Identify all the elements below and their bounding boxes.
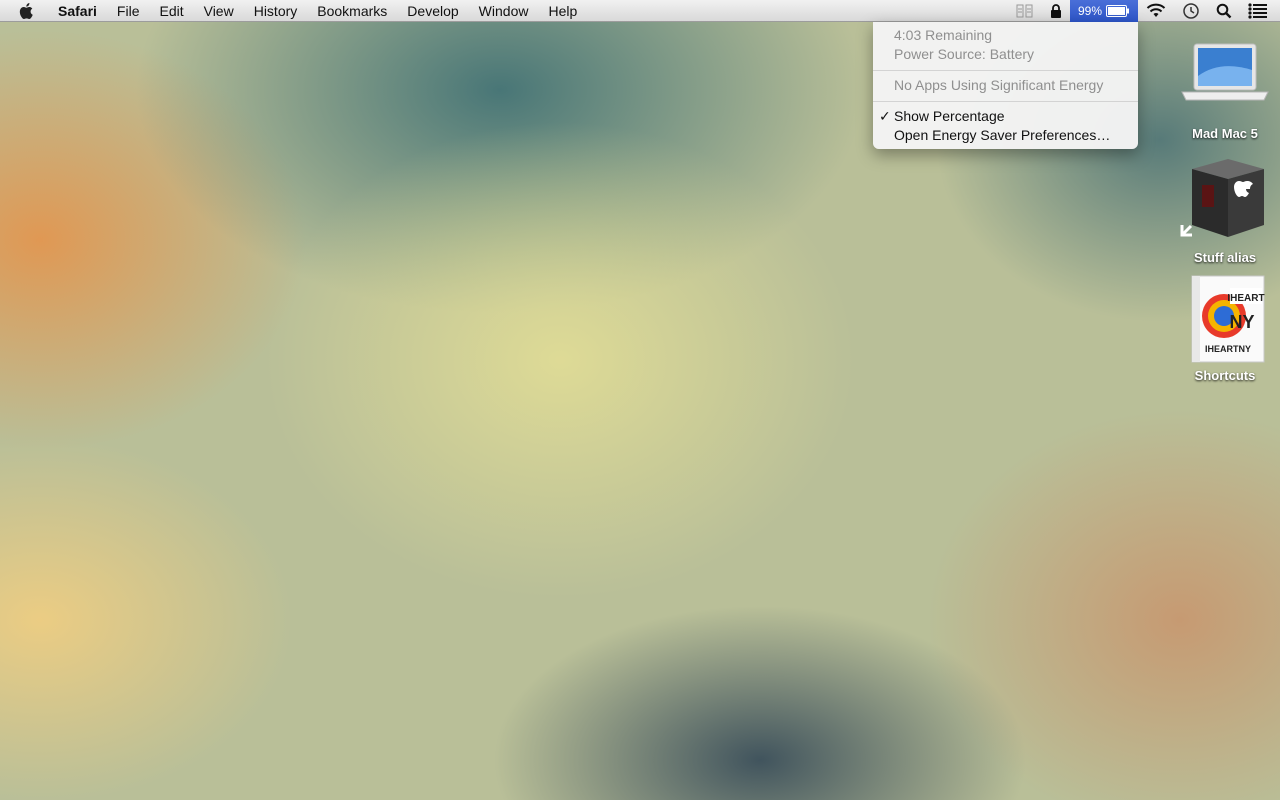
battery-menu: 4:03 Remaining Power Source: Battery No … [873,22,1138,149]
show-percentage-menu-item[interactable]: Show Percentage [894,107,1005,125]
battery-icon [1106,5,1129,17]
checkmark-icon: ✓ [879,108,891,124]
menu-safari[interactable]: Safari [50,0,107,22]
show-percentage-label: Show Percentage [894,108,1005,124]
battery-percentage: 99% [1077,4,1102,18]
desktop-icon-label: Stuff alias [1193,250,1257,265]
menu-separator [873,70,1138,71]
time-machine-icon[interactable] [1174,0,1208,22]
menu-bookmarks[interactable]: Bookmarks [307,0,397,22]
menu-view[interactable]: View [194,0,244,22]
menu-develop[interactable]: Develop [397,0,468,22]
menu-history[interactable]: History [244,0,308,22]
wifi-icon[interactable] [1138,0,1174,22]
laptop-icon [1181,43,1269,101]
energy-usage-status: No Apps Using Significant Energy [894,77,1104,93]
status-item-bars-icon[interactable] [1008,0,1042,22]
iheartny-icon: IHEART NY IHEARTNY [1191,275,1265,363]
apple-menu-icon[interactable] [18,2,36,20]
menu-window[interactable]: Window [469,0,539,22]
menu-file[interactable]: File [107,0,150,22]
battery-status-item[interactable]: 99% [1069,0,1138,22]
box-icon [1180,159,1264,237]
menu-edit[interactable]: Edit [149,0,193,22]
time-remaining: 4:03 Remaining [894,27,993,43]
desktop-icon-label: Mad Mac 5 [1192,126,1258,141]
desktop-icon-label: Shortcuts [1194,368,1256,383]
menu-separator [873,101,1138,102]
menu-help[interactable]: Help [538,0,587,22]
spotlight-search-icon[interactable] [1208,0,1240,22]
notification-center-icon[interactable] [1240,0,1280,22]
box-art-text: IHEARTNY [1205,344,1251,354]
open-energy-saver-menu-item[interactable]: Open Energy Saver Preferences… [894,126,1110,144]
lock-icon[interactable] [1042,0,1070,22]
desktop-icon-mad-mac[interactable]: Mad Mac 5 [1172,40,1278,141]
box-art-text: NY [1229,312,1254,332]
box-art-text: IHEART [1227,293,1264,304]
menu-bar: Safari File Edit View History Bookmarks … [0,0,1280,22]
status-menus: 99% [1008,0,1280,22]
desktop-icon-stuff-alias[interactable]: Stuff alias [1172,155,1278,265]
power-source: Power Source: Battery [894,46,1035,62]
desktop-icon-shortcuts[interactable]: IHEART NY IHEARTNY Shortcuts [1172,274,1278,383]
